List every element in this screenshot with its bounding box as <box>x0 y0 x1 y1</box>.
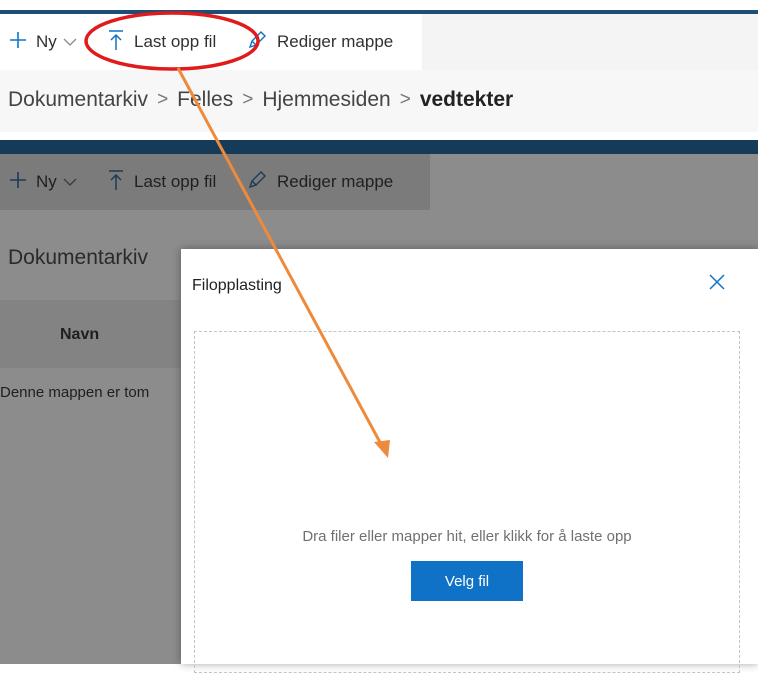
command-bar: Ny Last opp fil Rediger mappe <box>0 14 422 70</box>
dialog-title: Filopplasting <box>192 277 282 294</box>
edit-label: Rediger mappe <box>277 172 394 191</box>
upload-icon <box>108 29 124 56</box>
pencil-icon <box>247 170 267 195</box>
suite-header-bar <box>0 140 758 154</box>
breadcrumb-item-current: vedtekter <box>419 88 514 111</box>
chevron-down-icon <box>63 32 77 52</box>
upload-dialog: Filopplasting Dra filer eller mapper hit… <box>181 249 758 673</box>
breadcrumb: Dokumentarkiv > Felles > Hjemmesiden > v… <box>8 88 513 112</box>
upload-file-button[interactable]: Last opp fil <box>108 154 216 210</box>
plus-icon <box>8 170 28 195</box>
chevron-right-icon: > <box>399 89 411 110</box>
chevron-right-icon: > <box>242 89 254 110</box>
command-bar: Ny Last opp fil Rediger mappe <box>0 154 430 210</box>
command-bar-filler <box>422 14 758 70</box>
column-header-navn[interactable]: Navn <box>60 326 99 344</box>
breadcrumb-item-dokumentarkiv[interactable]: Dokumentarkiv <box>8 246 148 270</box>
choose-file-button[interactable]: Velg fil <box>411 561 523 601</box>
breadcrumb-item-dokumentarkiv[interactable]: Dokumentarkiv <box>8 88 148 112</box>
breadcrumb-item-felles[interactable]: Felles <box>177 88 233 112</box>
upload-icon <box>108 169 124 196</box>
drop-zone-text: Dra filer eller mapper hit, eller klikk … <box>302 528 632 545</box>
close-button[interactable] <box>702 269 732 299</box>
edit-label: Rediger mappe <box>277 32 394 51</box>
close-icon <box>708 273 726 296</box>
plus-icon <box>8 30 28 55</box>
new-label: Ny <box>36 32 57 51</box>
breadcrumb: Dokumentarkiv <box>8 246 148 270</box>
new-label: Ny <box>36 172 57 191</box>
chevron-down-icon <box>63 172 77 192</box>
upload-label: Last opp fil <box>134 32 217 51</box>
edit-folder-button[interactable]: Rediger mappe <box>247 14 393 70</box>
new-button[interactable]: Ny <box>8 14 77 70</box>
upload-label: Last opp fil <box>134 172 217 191</box>
breadcrumb-item-hjemmesiden[interactable]: Hjemmesiden <box>262 88 390 112</box>
chevron-right-icon: > <box>157 89 169 110</box>
edit-folder-button[interactable]: Rediger mappe <box>247 154 393 210</box>
empty-folder-message: Denne mappen er tom <box>0 384 150 401</box>
drop-zone[interactable]: Dra filer eller mapper hit, eller klikk … <box>194 331 740 673</box>
upload-file-button[interactable]: Last opp fil <box>108 14 216 70</box>
pencil-icon <box>247 30 267 55</box>
new-button[interactable]: Ny <box>8 154 77 210</box>
